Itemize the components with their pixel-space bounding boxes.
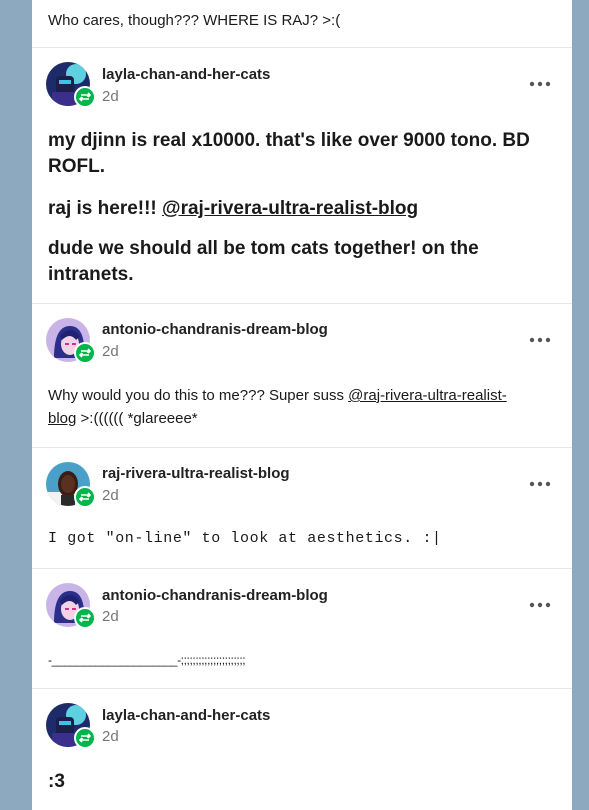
post-username[interactable]: antonio-chandranis-dream-blog: [102, 587, 328, 604]
mention-link[interactable]: @raj-rivera-ultra-realist-: [348, 387, 507, 404]
post-text: dude we should all be tom cats together!…: [48, 238, 479, 285]
reblog-icon: [74, 727, 96, 749]
more-options-icon[interactable]: [528, 79, 552, 89]
reply-post: layla-chan-and-her-cats 2d :3: [32, 689, 572, 810]
post-text: -____________________-;;;;;;;;;;;;;;;;;;…: [48, 653, 246, 667]
reply-post: layla-chan-and-her-cats 2d my djinn is r…: [32, 48, 572, 304]
post-timestamp[interactable]: 2d: [102, 487, 119, 504]
reblog-icon: [74, 342, 96, 364]
reblog-icon: [74, 86, 96, 108]
post-text: raj is here!!! @raj-rivera-ultra-realist…: [48, 196, 556, 222]
post-timestamp[interactable]: 2d: [102, 343, 119, 360]
post-timestamp[interactable]: 2d: [102, 608, 119, 625]
post-text-prefix: raj is here!!!: [48, 198, 163, 219]
post-thread: Who cares, though??? WHERE IS RAJ? >:( l…: [32, 0, 572, 810]
more-options-icon[interactable]: [528, 479, 552, 489]
post-text: :3: [48, 771, 65, 792]
more-options-icon[interactable]: [528, 335, 552, 345]
reply-post: raj-rivera-ultra-realist-blog 2d I got "…: [32, 448, 572, 569]
previous-reply: Who cares, though??? WHERE IS RAJ? >:(: [32, 0, 572, 48]
mention-link[interactable]: @raj-rivera-ultra-realist-blog: [162, 198, 418, 219]
post-timestamp[interactable]: 2d: [102, 728, 119, 745]
reblog-icon: [74, 607, 96, 629]
reblog-icon: [74, 486, 96, 508]
reply-text: Who cares, though??? WHERE IS RAJ? >:(: [48, 12, 341, 29]
post-username[interactable]: layla-chan-and-her-cats: [102, 66, 270, 83]
post-text: I got "on-line" to look at aesthetics. :…: [48, 530, 442, 547]
more-options-icon[interactable]: [528, 600, 552, 610]
post-username[interactable]: layla-chan-and-her-cats: [102, 707, 270, 724]
post-text-start: Why would you do this to me??? Super sus…: [48, 387, 349, 404]
post-text-end: >:(((((( *glareeee*: [76, 410, 198, 427]
reply-post: antonio-chandranis-dream-blog 2d -______…: [32, 569, 572, 689]
post-text: my djinn is real x10000. that's like ove…: [48, 130, 530, 177]
post-username[interactable]: raj-rivera-ultra-realist-blog: [102, 465, 290, 482]
mention-link-continued[interactable]: blog: [48, 410, 76, 427]
post-username[interactable]: antonio-chandranis-dream-blog: [102, 321, 328, 338]
post-timestamp[interactable]: 2d: [102, 88, 119, 105]
post-text: Why would you do this to me??? Super sus…: [48, 384, 556, 430]
reply-post: antonio-chandranis-dream-blog 2d Why wou…: [32, 304, 572, 448]
